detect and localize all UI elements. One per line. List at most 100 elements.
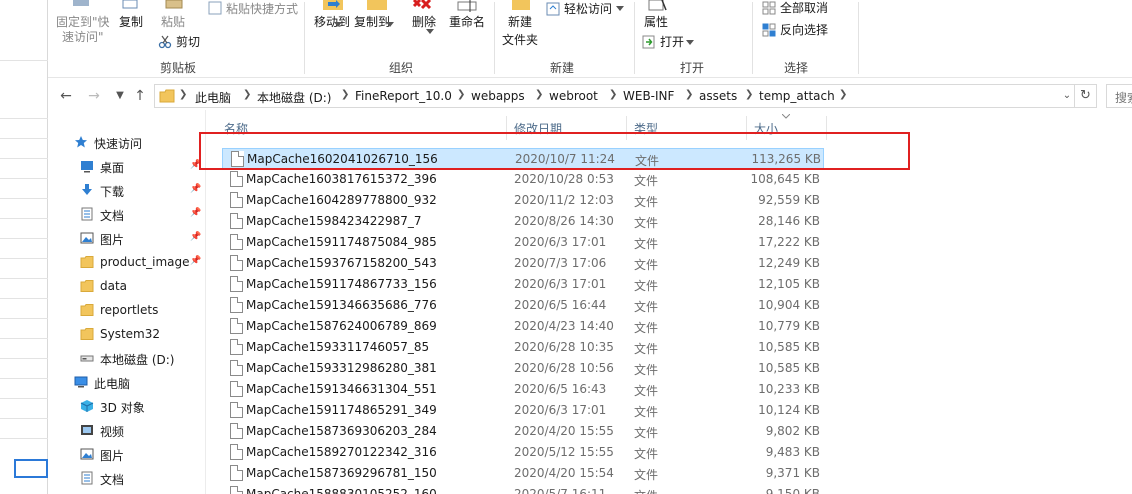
nav-item[interactable]: 视频 [48, 418, 206, 442]
file-row[interactable]: MapCache1588830105252_160 2020/5/7 16:11 文… [222, 484, 824, 494]
pin-to-quick-access-button[interactable]: 固定到"快 速访问" [56, 15, 110, 45]
up-button[interactable]: ↑ [130, 85, 150, 107]
chevron-right-icon: ❯ [341, 89, 350, 100]
file-type: 文件 [634, 405, 659, 419]
file-name: MapCache1589270122342_316 [246, 445, 437, 459]
file-date: 2020/6/3 17:01 [514, 403, 607, 417]
nav-item[interactable]: product_image 📌 [48, 250, 206, 274]
file-icon [230, 402, 243, 418]
nav-item[interactable]: 图片 📌 [48, 226, 206, 250]
3d-objects-icon [80, 399, 94, 413]
breadcrumb-this-pc[interactable]: 此电脑 [195, 89, 231, 106]
nav-item[interactable]: 本地磁盘 (D:) [48, 346, 206, 370]
forward-button[interactable]: → [84, 85, 104, 107]
nav-item[interactable]: 此电脑 [48, 370, 206, 394]
nav-item[interactable]: 3D 对象 [48, 394, 206, 418]
file-date: 2020/6/5 16:44 [514, 298, 607, 312]
move-to-button[interactable]: 移动到 [314, 15, 350, 30]
chevron-right-icon: ❯ [535, 89, 544, 100]
file-size: 9,371 KB [765, 466, 820, 480]
breadcrumb-webapps[interactable]: webapps [471, 89, 525, 103]
nav-item[interactable]: 文档 📌 [48, 202, 206, 226]
file-row[interactable]: MapCache1589270122342_316 2020/5/12 15:55… [222, 442, 824, 463]
nav-item[interactable]: 下载 📌 [48, 178, 206, 202]
nav-item-label: 3D 对象 [100, 401, 145, 415]
nav-item-label: 视频 [100, 425, 125, 439]
videos-icon [80, 423, 94, 437]
breadcrumb-webroot[interactable]: webroot [549, 89, 598, 103]
file-row[interactable]: MapCache1604289778800_932 2020/11/2 12:03… [222, 190, 824, 211]
rename-button[interactable]: 重命名 [449, 15, 485, 30]
open-icon [642, 35, 655, 49]
pin-icon [73, 0, 89, 6]
file-name: MapCache1604289778800_932 [246, 193, 437, 207]
file-date: 2020/8/26 14:30 [514, 214, 614, 228]
file-row[interactable]: MapCache1598423422987_7 2020/8/26 14:30 文件… [222, 211, 824, 232]
file-type: 文件 [634, 216, 659, 230]
file-icon [230, 465, 243, 481]
nav-item-label: 快速访问 [94, 137, 143, 151]
file-row[interactable]: MapCache1593767158200_543 2020/7/3 17:06 文… [222, 253, 824, 274]
file-name: MapCache1593311746057_85 [246, 340, 430, 354]
new-folder-label-line2: 文件夹 [502, 33, 539, 47]
nav-item[interactable]: reportlets [48, 298, 206, 322]
nav-item[interactable]: 文档 [48, 466, 206, 490]
nav-item-label: data [100, 279, 128, 293]
file-row[interactable]: MapCache1587624006789_869 2020/4/23 14:40… [222, 316, 824, 337]
nav-item[interactable]: data [48, 274, 206, 298]
pin-icon[interactable]: 📌 [190, 184, 201, 194]
delete-button[interactable]: 删除 [412, 15, 436, 30]
cut-button[interactable]: 剪切 [176, 35, 200, 50]
paste-button[interactable]: 粘贴 [161, 15, 185, 30]
paste-shortcut-button[interactable]: 粘贴快捷方式 [226, 2, 298, 17]
properties-button[interactable]: 属性 [644, 15, 668, 30]
file-row[interactable]: MapCache1591174875084_985 2020/6/3 17:01 文… [222, 232, 824, 253]
ribbon-divider [304, 2, 305, 74]
nav-item[interactable]: 图片 [48, 442, 206, 466]
open-group-label: 打开 [680, 61, 705, 75]
refresh-button[interactable]: ↻ [1075, 84, 1097, 108]
pin-icon[interactable]: 📌 [190, 232, 201, 242]
file-row[interactable]: MapCache1591346631304_551 2020/6/5 16:43 文… [222, 379, 824, 400]
documents-icon [80, 207, 94, 221]
file-date: 2020/6/5 16:43 [514, 382, 607, 396]
file-row[interactable]: MapCache1591174865291_349 2020/6/3 17:01 文… [222, 400, 824, 421]
new-folder-button[interactable]: 新建 文件夹 [502, 15, 538, 48]
file-row[interactable]: MapCache1591346635686_776 2020/6/5 16:44 文… [222, 295, 824, 316]
invert-selection-button[interactable]: 反向选择 [780, 23, 828, 38]
file-row[interactable]: MapCache1587369306203_284 2020/4/20 15:55… [222, 421, 824, 442]
breadcrumb-finereport[interactable]: FineReport_10.0 [355, 89, 452, 103]
nav-item[interactable]: 快速访问 [48, 130, 206, 154]
back-button[interactable]: ← [56, 85, 76, 107]
breadcrumb-assets[interactable]: assets [699, 89, 737, 103]
recent-locations-button[interactable]: ▼ [110, 85, 130, 107]
open-button[interactable]: 打开 [660, 35, 684, 50]
file-row[interactable]: MapCache1593311746057_85 2020/6/28 10:35 文… [222, 337, 824, 358]
file-date: 2020/4/20 15:54 [514, 466, 614, 480]
file-name: MapCache1603817615372_396 [246, 172, 437, 186]
file-row[interactable]: MapCache1591174867733_156 2020/6/3 17:01 文… [222, 274, 824, 295]
invert-selection-icon [762, 23, 776, 37]
easy-access-button[interactable]: 轻松访问 [564, 2, 612, 17]
nav-item-label: product_image [100, 255, 190, 269]
address-bar[interactable]: ❯ 此电脑 ❯ 本地磁盘 (D:) ❯ FineReport_10.0 ❯ we… [154, 84, 1075, 108]
breadcrumb-drive-d[interactable]: 本地磁盘 (D:) [257, 89, 331, 106]
pin-icon[interactable]: 📌 [190, 208, 201, 218]
address-dropdown-button[interactable]: ⌄ [1059, 84, 1075, 108]
nav-item[interactable]: System32 [48, 322, 206, 346]
select-none-button[interactable]: 全部取消 [780, 1, 828, 16]
pictures-icon [80, 447, 94, 461]
copy-button[interactable]: 复制 [119, 15, 143, 30]
chevron-down-icon [386, 22, 394, 27]
search-input[interactable]: 搜索 [1106, 84, 1132, 108]
breadcrumb-temp-attach[interactable]: temp_attach [759, 89, 835, 103]
copy-to-button[interactable]: 复制到 [354, 15, 390, 30]
file-row[interactable]: MapCache1587369296781_150 2020/4/20 15:54… [222, 463, 824, 484]
breadcrumb-web-inf[interactable]: WEB-INF [623, 89, 674, 103]
file-row[interactable]: MapCache1603817615372_396 2020/10/28 0:53… [222, 169, 824, 190]
nav-item[interactable]: 桌面 📌 [48, 154, 206, 178]
file-size: 92,559 KB [758, 193, 820, 207]
file-row[interactable]: MapCache1593312986280_381 2020/6/28 10:56… [222, 358, 824, 379]
pin-icon[interactable]: 📌 [190, 256, 201, 266]
computer-icon [74, 375, 88, 389]
